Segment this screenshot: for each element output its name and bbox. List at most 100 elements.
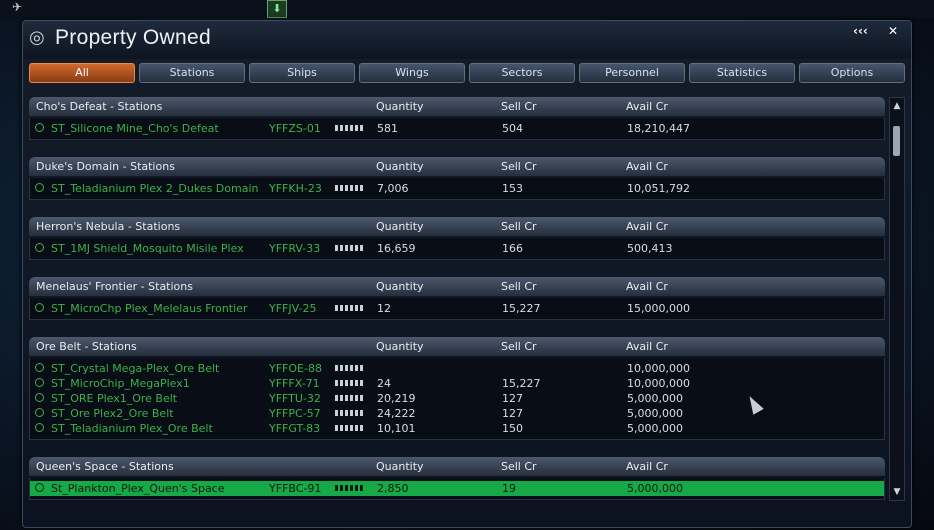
- tab-options[interactable]: Options: [799, 63, 905, 83]
- column-quantity-header: Quantity: [376, 220, 424, 233]
- sell-value: 504: [502, 122, 523, 135]
- group-header[interactable]: Menelaus' Frontier - Stations Quantity Sel…: [29, 277, 885, 296]
- hull-bar-icon: [335, 365, 364, 371]
- avail-value: 15,000,000: [627, 302, 690, 315]
- ship-icon[interactable]: ✈: [12, 0, 36, 16]
- station-status-icon: [35, 483, 44, 492]
- column-sell-header: Sell Cr: [501, 460, 537, 473]
- station-code: YFFOE-88: [269, 362, 322, 375]
- group-body: ST_Silicone Mine_Cho's Defeat YFFZS-01 581…: [29, 118, 885, 140]
- group-title: Menelaus' Frontier - Stations: [36, 280, 193, 293]
- station-status-icon: [35, 423, 44, 432]
- group-body: ST_MicroChp Plex_Melelaus Frontier YFFJV-…: [29, 298, 885, 320]
- window-titlebar: ◎ Property Owned ‹‹‹ ✕: [23, 21, 911, 59]
- station-row[interactable]: ST_MicroChip_MegaPlex1 YFFFX-71 24 15,227 10…: [30, 376, 884, 391]
- station-row[interactable]: ST_Teladianium Plex 2_Dukes Domain YFFKH-…: [30, 181, 884, 196]
- group-title: Herron's Nebula - Stations: [36, 220, 181, 233]
- quantity-value: 24: [377, 377, 391, 390]
- close-button[interactable]: ✕: [888, 24, 902, 38]
- group-title: Cho's Defeat - Stations: [36, 100, 163, 113]
- hull-bar-icon: [335, 410, 364, 416]
- hull-bar-icon: [335, 125, 364, 131]
- scroll-up-icon[interactable]: ▲: [891, 100, 903, 112]
- column-avail-header: Avail Cr: [626, 280, 668, 293]
- column-sell-header: Sell Cr: [501, 220, 537, 233]
- avail-value: 5,000,000: [627, 422, 683, 435]
- tab-sectors[interactable]: Sectors: [469, 63, 575, 83]
- station-name: ST_Crystal Mega-Plex_Ore Belt: [51, 362, 220, 375]
- download-icon[interactable]: ⬇: [267, 0, 287, 18]
- station-code: YFFGT-83: [269, 422, 321, 435]
- tab-stations[interactable]: Stations: [139, 63, 245, 83]
- sell-value: 150: [502, 422, 523, 435]
- station-name: ST_ORE Plex1_Ore Belt: [51, 392, 178, 405]
- quantity-value: 24,222: [377, 407, 416, 420]
- group-header[interactable]: Duke's Domain - Stations Quantity Sell Cr A…: [29, 157, 885, 176]
- avail-value: 5,000,000: [627, 392, 683, 405]
- sell-value: 15,227: [502, 302, 541, 315]
- station-name: ST_Teladianium Plex 2_Dukes Domain: [51, 182, 259, 195]
- scrollbar[interactable]: ▲ ▼: [889, 97, 905, 501]
- scroll-down-icon[interactable]: ▼: [891, 486, 903, 498]
- station-name: ST_MicroChip_MegaPlex1: [51, 377, 190, 390]
- avail-value: 500,413: [627, 242, 673, 255]
- station-status-icon: [35, 408, 44, 417]
- avail-value: 10,000,000: [627, 362, 690, 375]
- tab-personnel[interactable]: Personnel: [579, 63, 685, 83]
- station-code: YFFRV-33: [269, 242, 321, 255]
- quantity-value: 16,659: [377, 242, 416, 255]
- sell-value: 153: [502, 182, 523, 195]
- station-row[interactable]: ST_Silicone Mine_Cho's Defeat YFFZS-01 581…: [30, 121, 884, 136]
- station-code: YFFBC-91: [269, 482, 322, 495]
- quantity-value: 12: [377, 302, 391, 315]
- tab-statistics[interactable]: Statistics: [689, 63, 795, 83]
- tab-all[interactable]: All: [29, 63, 135, 83]
- avail-value: 5,000,000: [627, 482, 683, 495]
- avail-value: 10,000,000: [627, 377, 690, 390]
- collapse-button[interactable]: ‹‹‹: [853, 24, 877, 38]
- tab-wings[interactable]: Wings: [359, 63, 465, 83]
- hull-bar-icon: [335, 380, 364, 386]
- window-logo-icon: ◎: [29, 27, 45, 48]
- column-quantity-header: Quantity: [376, 100, 424, 113]
- sell-value: 19: [502, 482, 516, 495]
- station-row[interactable]: ST_Crystal Mega-Plex_Ore Belt YFFOE-88 10,…: [30, 361, 884, 376]
- hull-bar-icon: [335, 425, 364, 431]
- column-quantity-header: Quantity: [376, 280, 424, 293]
- station-status-icon: [35, 303, 44, 312]
- avail-value: 5,000,000: [627, 407, 683, 420]
- column-sell-header: Sell Cr: [501, 160, 537, 173]
- column-quantity-header: Quantity: [376, 340, 424, 353]
- station-row[interactable]: ST_1MJ Shield_Mosquito Misile Plex YFFRV-…: [30, 241, 884, 256]
- scroll-thumb[interactable]: [893, 126, 900, 156]
- group-header[interactable]: Cho's Defeat - Stations Quantity Sell Cr Av…: [29, 97, 885, 116]
- station-status-icon: [35, 123, 44, 132]
- tab-ships[interactable]: Ships: [249, 63, 355, 83]
- group-header[interactable]: Herron's Nebula - Stations Quantity Sell C…: [29, 217, 885, 236]
- column-quantity-header: Quantity: [376, 160, 424, 173]
- sell-value: 127: [502, 392, 523, 405]
- hull-bar-icon: [335, 305, 364, 311]
- station-row[interactable]: ST_MicroChp Plex_Melelaus Frontier YFFJV-…: [30, 301, 884, 316]
- station-status-icon: [35, 393, 44, 402]
- group-header[interactable]: Ore Belt - Stations Quantity Sell Cr Avail …: [29, 337, 885, 356]
- group-header[interactable]: Queen's Space - Stations Quantity Sell Cr A…: [29, 457, 885, 476]
- sell-value: 15,227: [502, 377, 541, 390]
- column-sell-header: Sell Cr: [501, 100, 537, 113]
- station-name: ST_Silicone Mine_Cho's Defeat: [51, 122, 219, 135]
- quantity-value: 2,850: [377, 482, 409, 495]
- station-name: ST_MicroChp Plex_Melelaus Frontier: [51, 302, 248, 315]
- group-body: ST_Teladianium Plex 2_Dukes Domain YFFKH-…: [29, 178, 885, 200]
- station-status-icon: [35, 243, 44, 252]
- group-body: ST_1MJ Shield_Mosquito Misile Plex YFFRV-…: [29, 238, 885, 260]
- hull-bar-icon: [335, 485, 364, 491]
- station-name: ST_Teladianium Plex_Ore Belt: [51, 422, 213, 435]
- station-row[interactable]: St_Plankton_Plex_Quen's Space YFFBC-91 2,8…: [30, 481, 884, 496]
- group-title: Ore Belt - Stations: [36, 340, 137, 353]
- station-code: YFFJV-25: [269, 302, 317, 315]
- station-code: YFFPC-57: [269, 407, 321, 420]
- station-name: ST_Ore Plex2_Ore Belt: [51, 407, 174, 420]
- sell-value: 166: [502, 242, 523, 255]
- station-name: ST_1MJ Shield_Mosquito Misile Plex: [51, 242, 244, 255]
- station-row[interactable]: ST_Teladianium Plex_Ore Belt YFFGT-83 10,1…: [30, 421, 884, 436]
